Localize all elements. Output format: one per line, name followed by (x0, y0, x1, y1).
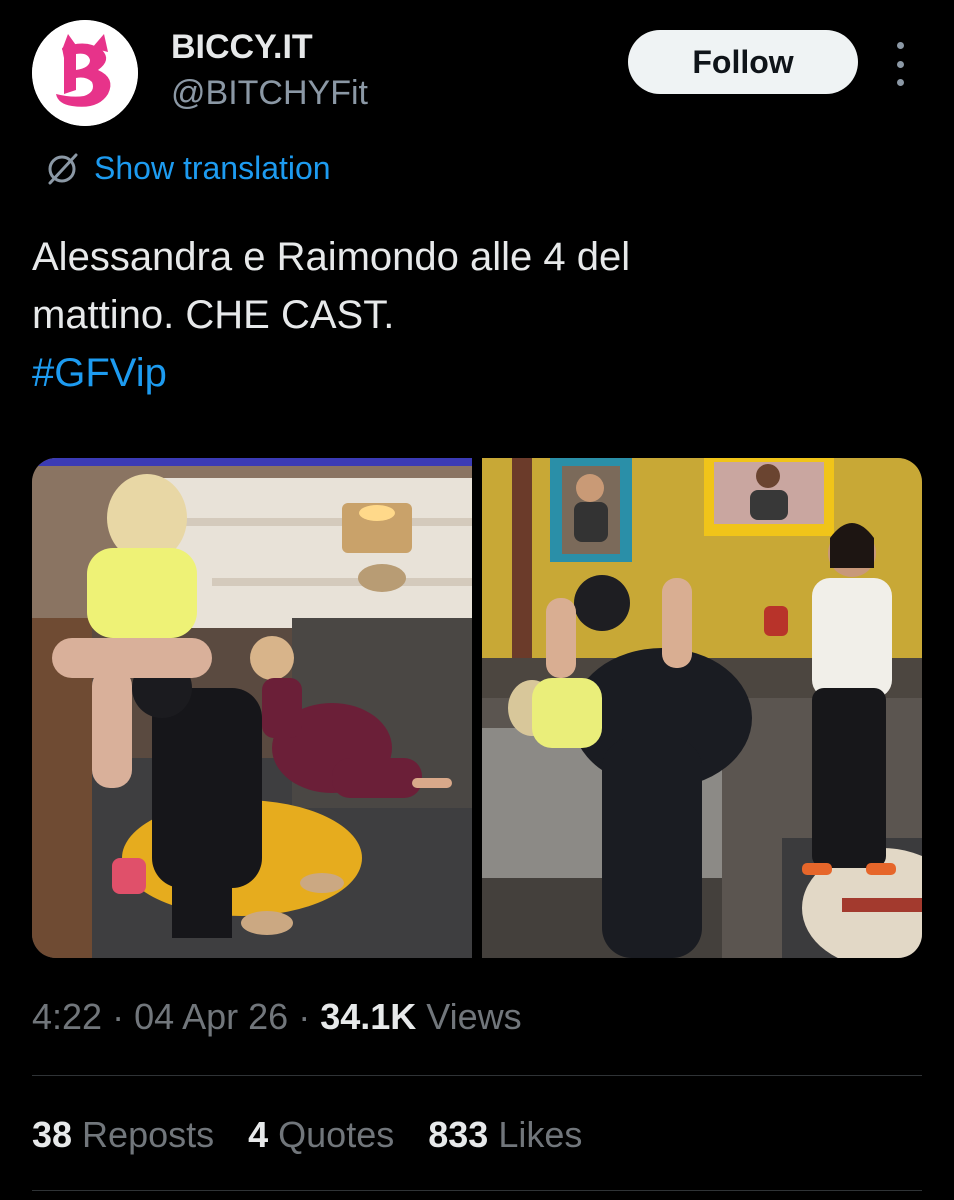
handle[interactable]: @BITCHYFit (171, 74, 368, 113)
avatar[interactable]: B (32, 20, 138, 126)
show-translation-link[interactable]: Show translation (44, 150, 331, 187)
media-grid (32, 458, 922, 958)
tweet-time[interactable]: 4:22 (32, 996, 102, 1037)
tweet-text: Alessandra e Raimondo alle 4 del mattino… (32, 228, 892, 402)
photo-2-image (482, 458, 922, 958)
tweet-meta: 4:22 · 04 Apr 26 · 34.1K Views (32, 996, 522, 1038)
reposts-stat[interactable]: 38 Reposts (32, 1114, 214, 1156)
quotes-stat[interactable]: 4 Quotes (248, 1114, 394, 1156)
meta-separator: · (102, 996, 135, 1037)
follow-button[interactable]: Follow (628, 30, 858, 94)
reposts-label: Reposts (82, 1114, 215, 1155)
likes-count: 833 (428, 1114, 489, 1155)
divider (32, 1190, 922, 1191)
likes-label: Likes (498, 1114, 583, 1155)
tweet-text-line-2: mattino. CHE CAST. (32, 293, 395, 337)
meta-separator: · (288, 996, 321, 1037)
tweet-date[interactable]: 04 Apr 26 (134, 996, 288, 1037)
show-translation-label: Show translation (94, 150, 331, 186)
photo-1-image (32, 458, 472, 958)
reposts-count: 38 (32, 1114, 73, 1155)
divider (32, 1075, 922, 1076)
globe-slash-icon (48, 153, 78, 184)
views-label: Views (416, 996, 522, 1037)
tweet-header: B BICCY.IT @BITCHYFit Follow (32, 20, 922, 130)
tweet-photo-1[interactable] (32, 458, 472, 958)
views-count: 34.1K (320, 996, 417, 1037)
display-name[interactable]: BICCY.IT (171, 28, 313, 67)
quotes-count: 4 (248, 1114, 269, 1155)
hashtag-link[interactable]: #GFVip (32, 344, 892, 402)
likes-stat[interactable]: 833 Likes (428, 1114, 582, 1156)
biccy-logo-icon: B (32, 20, 138, 126)
tweet-text-line-1: Alessandra e Raimondo alle 4 del (32, 235, 631, 279)
tweet-photo-2[interactable] (482, 458, 922, 958)
quotes-label: Quotes (278, 1114, 395, 1155)
more-vertical-icon[interactable] (890, 42, 910, 86)
engagement-stats: 38 Reposts 4 Quotes 833 Likes (32, 1114, 582, 1156)
